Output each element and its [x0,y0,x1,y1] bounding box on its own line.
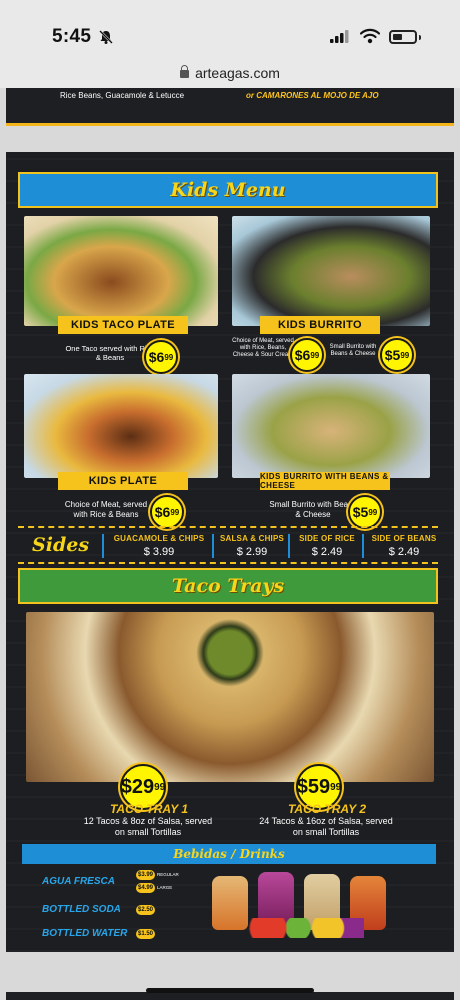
drinks-title: Bebidas / Drinks [173,847,285,861]
kids-burrito-beans-cheese-photo [232,374,430,478]
drink-bottled-soda: BOTTLED SODA [42,904,121,915]
kids-burrito-description: Choice of Meat, served with Rice, Beans,… [232,338,294,358]
sides-divider-bottom [18,562,438,564]
side-item: SALSA & CHIPS $ 2.99 [212,534,286,558]
wifi-icon [360,28,380,44]
kids-taco-plate-price: $6 99 [144,340,178,374]
url-text: arteagas.com [195,65,280,81]
bell-muted-icon [99,30,113,44]
taco-tray-1-description: 12 Tacos & 8oz of Salsa, served on small… [83,816,213,837]
previous-section-left-text: Rice Beans, Guacamole & Letucce [60,91,185,100]
side-name: GUACAMOLE & CHIPS [113,534,205,543]
previous-section-right-text: or CAMARONES AL MOJO DE AJO [246,91,379,100]
battery-icon [389,30,417,44]
drink-bottled-water: BOTTLED WATER [42,928,128,939]
agua-fresca-large-price: $4.99 [136,883,156,893]
kids-taco-plate-photo [24,216,218,326]
kids-plate-photo [24,374,218,478]
menu-image: Kids Menu KIDS TACO PLATE KIDS BURRITO O… [6,152,454,952]
side-price: $ 2.99 [236,546,268,558]
taco-trays-title: Taco Trays [171,575,285,597]
cellular-signal-icon [330,30,349,43]
side-price: $ 2.49 [388,546,420,558]
kids-burrito-price: $6 99 [290,338,324,372]
status-bar: 5:45 [0,0,460,62]
kids-burrito-beans-cheese-price: $5 99 [348,495,382,529]
kids-menu-banner: Kids Menu [18,172,438,208]
side-name: SALSA & CHIPS [219,534,285,543]
address-bar[interactable]: arteagas.com [0,62,460,88]
kids-burrito-beans-cheese-description: Small Burrito with Beans & Cheese [269,500,357,519]
next-menu-section [6,992,454,1000]
sides-title: Sides [32,534,90,556]
lock-icon [180,65,190,78]
kids-plate-price: $6 99 [150,495,184,529]
kids-burrito-alt-description: Small Burrito with Beans & Cheese [329,344,377,357]
taco-trays-banner: Taco Trays [18,568,438,604]
taco-tray-2-description: 24 Tacos & 16oz of Salsa, served on smal… [259,816,393,837]
drink-agua-fresca: AGUA FRESCA [42,876,115,887]
kids-plate-description: Choice of Meat, served with Rice & Beans [64,500,148,519]
taco-tray-photo [26,612,434,782]
battery-cap [419,35,421,40]
agua-fresca-large-label: LARGE [157,885,173,890]
home-indicator[interactable] [146,988,314,993]
kids-plate-label: KIDS PLATE [58,472,188,490]
drinks-banner: Bebidas / Drinks [22,844,436,864]
kids-burrito-label: KIDS BURRITO [260,316,380,334]
side-item: SIDE OF BEANS $ 2.49 [362,534,440,558]
side-name: SIDE OF BEANS [371,534,437,543]
side-price: $ 3.99 [143,546,175,558]
bottled-soda-price: $2.50 [136,905,156,915]
sides-divider-top [18,526,438,528]
status-time: 5:45 [52,26,92,47]
side-price: $ 2.49 [311,546,343,558]
taco-tray-1-name: TACO TRAY 1 [109,802,188,816]
agua-fresca-regular-label: REGULAR [157,872,179,877]
fruit-decoration [244,918,364,938]
previous-menu-section: Rice Beans, Guacamole & Letucce or CAMAR… [6,88,454,126]
side-name: SIDE OF RICE [299,534,355,543]
drink-jar [212,876,248,930]
side-item: SIDE OF RICE $ 2.49 [288,534,360,558]
kids-burrito-beans-cheese-label: KIDS BURRITO WITH BEANS & CHEESE [260,472,390,490]
side-item: GUACAMOLE & CHIPS $ 3.99 [102,534,210,558]
agua-fresca-regular-price: $3.99 [136,870,156,880]
bottled-water-price: $1.50 [136,929,156,939]
taco-tray-2-name: TACO TRAY 2 [287,802,366,816]
kids-menu-title: Kids Menu [170,179,286,201]
kids-taco-plate-label: KIDS TACO PLATE [58,316,188,334]
kids-burrito-photo [232,216,430,326]
kids-burrito-alt-price: $5 99 [380,338,414,372]
